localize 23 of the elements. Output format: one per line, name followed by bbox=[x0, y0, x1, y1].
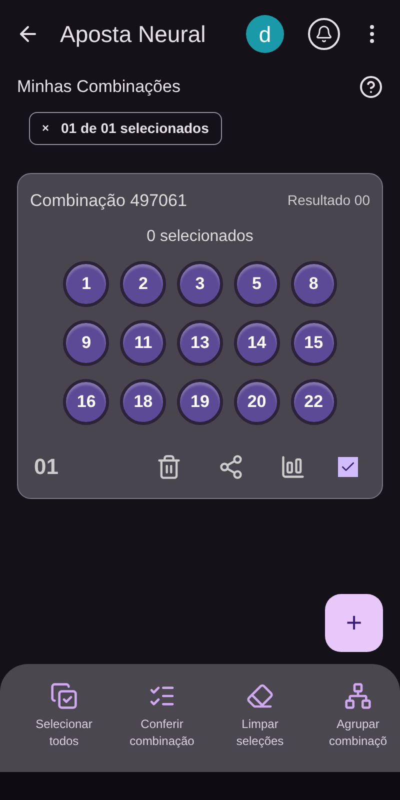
add-button[interactable]: + bbox=[325, 594, 383, 652]
checked-copies-icon bbox=[50, 682, 78, 710]
share-icon[interactable] bbox=[218, 454, 244, 480]
section-title: Minhas Combinações bbox=[17, 76, 180, 98]
close-icon[interactable]: × bbox=[42, 119, 50, 137]
selection-chip[interactable]: × 01 de 01 selecionados bbox=[29, 112, 222, 144]
action-button[interactable]: Agrupar combinaçõ bbox=[314, 682, 400, 750]
help-icon[interactable] bbox=[359, 74, 383, 99]
bell-icon[interactable] bbox=[308, 18, 340, 50]
action-button[interactable]: Conferir combinação bbox=[118, 682, 206, 750]
eraser-icon bbox=[246, 682, 274, 710]
result-label: Resultado 00 bbox=[287, 190, 370, 210]
selected-count: 0 selecionados bbox=[146, 227, 254, 247]
trash-icon[interactable] bbox=[156, 454, 182, 480]
app-title: Aposta Neural bbox=[60, 20, 207, 49]
action-button[interactable]: Selecionar todos bbox=[20, 682, 108, 750]
combination-index: 01 bbox=[34, 453, 60, 481]
bar-chart-icon[interactable] bbox=[280, 454, 306, 480]
chip-label: 01 de 01 selecionados bbox=[61, 118, 209, 138]
card-title: Combinação 497061 bbox=[30, 190, 187, 212]
checkbox[interactable] bbox=[338, 456, 358, 476]
action-button[interactable]: Limpar seleções bbox=[216, 682, 304, 750]
network-icon bbox=[344, 682, 372, 710]
